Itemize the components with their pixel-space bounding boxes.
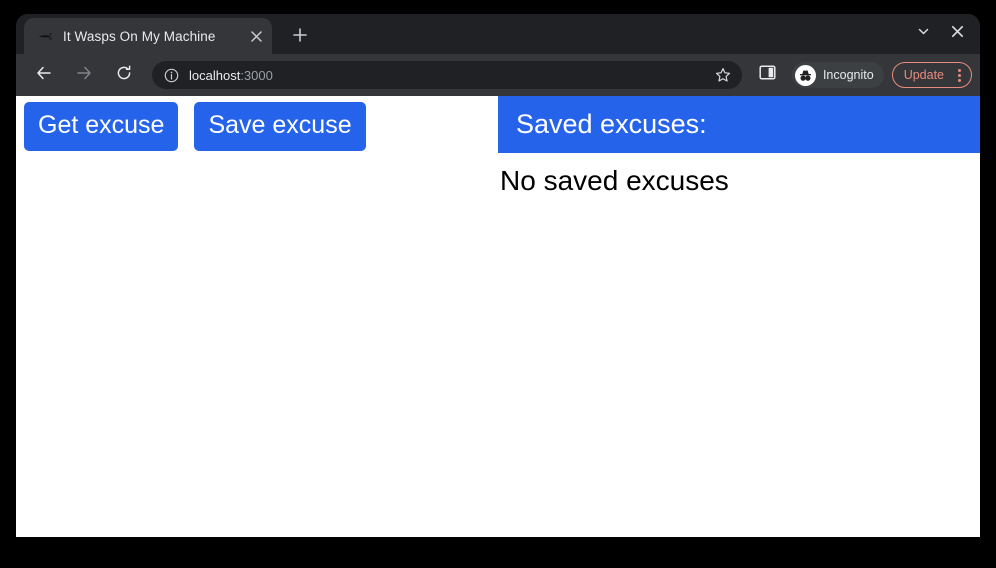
kebab-menu-icon[interactable] — [951, 65, 967, 85]
plus-icon — [293, 28, 307, 47]
new-tab-button[interactable] — [286, 23, 314, 51]
get-excuse-button[interactable]: Get excuse — [24, 102, 178, 151]
address-bar-text: localhost:3000 — [189, 68, 710, 83]
saved-excuses-header: Saved excuses: — [498, 96, 980, 153]
tab-strip: It Wasps On My Machine — [16, 14, 980, 54]
window-controls — [906, 18, 974, 50]
saved-excuses-panel: Saved excuses: No saved excuses — [498, 96, 980, 537]
arrow-right-icon — [75, 64, 93, 87]
incognito-indicator[interactable]: Incognito — [792, 62, 884, 88]
reload-icon — [115, 64, 133, 87]
arrow-left-icon — [35, 64, 53, 87]
saved-excuses-empty-message: No saved excuses — [498, 153, 980, 195]
address-bar[interactable]: localhost:3000 — [152, 61, 742, 89]
url-host: localhost — [189, 68, 240, 83]
chevron-down-icon — [917, 25, 930, 43]
window-close-button[interactable] — [940, 19, 974, 49]
save-excuse-button[interactable]: Save excuse — [194, 102, 365, 151]
close-icon — [951, 25, 964, 43]
window-minimize-button[interactable] — [906, 19, 940, 49]
info-circle-icon[interactable] — [162, 66, 180, 84]
url-port: :3000 — [240, 68, 273, 83]
incognito-icon — [795, 65, 816, 86]
tab-title: It Wasps On My Machine — [63, 29, 244, 44]
browser-window: It Wasps On My Machine — [16, 14, 980, 537]
side-panel-icon — [759, 64, 776, 86]
browser-tab[interactable]: It Wasps On My Machine — [24, 18, 272, 54]
page-viewport: Get excuse Save excuse Saved excuses: No… — [16, 96, 980, 537]
close-icon[interactable] — [244, 24, 268, 48]
excuse-actions: Get excuse Save excuse — [24, 102, 382, 151]
back-button[interactable] — [29, 60, 59, 90]
update-label: Update — [904, 68, 944, 82]
forward-button[interactable] — [69, 60, 99, 90]
browser-toolbar: localhost:3000 — [16, 54, 980, 96]
wasp-favicon — [36, 27, 54, 45]
update-button[interactable]: Update — [892, 62, 972, 88]
star-icon[interactable] — [710, 62, 736, 88]
side-panel-button[interactable] — [754, 61, 782, 89]
incognito-label: Incognito — [823, 68, 874, 82]
reload-button[interactable] — [109, 60, 139, 90]
